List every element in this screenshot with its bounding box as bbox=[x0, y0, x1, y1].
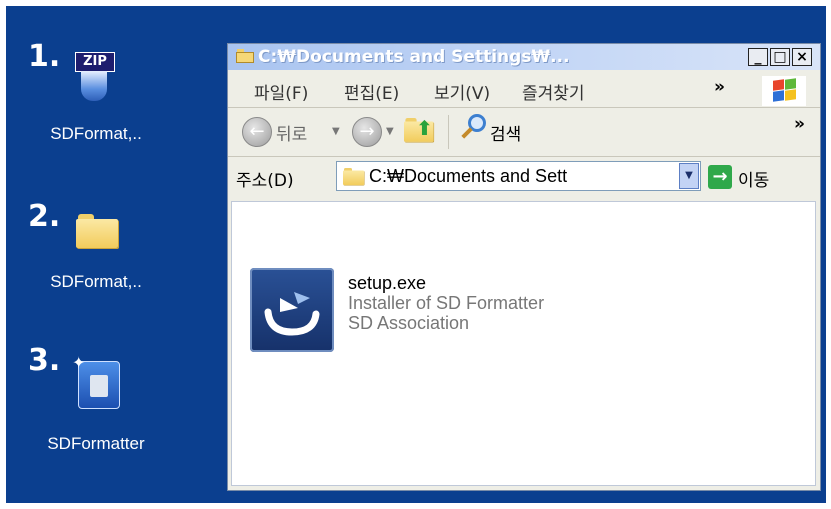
minimize-button[interactable]: _ bbox=[748, 48, 768, 66]
menu-bar: 파일(F) 편집(E) 보기(V) 즐겨찾기 » bbox=[228, 71, 820, 108]
address-input[interactable]: C:₩Documents and Sett ▼ bbox=[336, 161, 701, 191]
installer-icon[interactable] bbox=[250, 268, 334, 352]
desktop: 1. ZIP SDFormat,.. 2. SDFormat,.. 3. ✦ S… bbox=[6, 6, 826, 503]
step-number: 2. bbox=[28, 199, 61, 234]
back-arrow-icon[interactable]: ← bbox=[242, 117, 272, 147]
step-number: 3. bbox=[28, 343, 61, 378]
forward-arrow-icon[interactable]: → bbox=[352, 117, 382, 147]
sd-formatter-app-icon[interactable]: ✦ bbox=[72, 353, 120, 409]
back-dropdown-icon[interactable]: ▼ bbox=[332, 126, 340, 137]
window-title: C:₩Documents and Settings₩... bbox=[258, 47, 570, 67]
address-label: 주소(D) bbox=[236, 171, 294, 191]
zip-archive-icon[interactable]: ZIP bbox=[75, 52, 115, 104]
folder-icon bbox=[236, 49, 254, 63]
back-button-label[interactable]: 뒤로 bbox=[276, 120, 307, 145]
go-arrow-icon[interactable]: → bbox=[708, 165, 732, 189]
menu-view[interactable]: 보기(V) bbox=[434, 79, 490, 104]
menu-overflow-button[interactable]: » bbox=[714, 77, 725, 97]
folder-icon[interactable] bbox=[76, 214, 118, 248]
file-name[interactable]: setup.exe bbox=[348, 273, 426, 294]
maximize-button[interactable]: □ bbox=[770, 48, 790, 66]
desktop-icon-label[interactable]: SDFormat,.. bbox=[26, 124, 166, 144]
file-company: SD Association bbox=[348, 313, 470, 333]
desktop-icon-label[interactable]: SDFormatter bbox=[26, 434, 166, 454]
address-value[interactable]: C:₩Documents and Sett bbox=[369, 166, 567, 187]
close-button[interactable]: × bbox=[792, 48, 812, 66]
menu-file[interactable]: 파일(F) bbox=[254, 79, 308, 104]
up-arrow-icon: ⬆ bbox=[416, 116, 433, 140]
address-bar: 주소(D) C:₩Documents and Sett ▼ → 이동 bbox=[228, 157, 820, 199]
file-description: Installer of SD Formatter bbox=[348, 293, 545, 313]
folder-icon bbox=[343, 168, 364, 185]
windows-logo-icon bbox=[762, 76, 806, 106]
toolbar: ← 뒤로 ▼ → ▼ ⬆ 검색 » bbox=[228, 108, 820, 157]
step-number: 1. bbox=[28, 39, 61, 74]
explorer-window: C:₩Documents and Settings₩... _ □ × 파일(F… bbox=[227, 43, 821, 491]
search-button-label[interactable]: 검색 bbox=[490, 120, 521, 145]
forward-dropdown-icon[interactable]: ▼ bbox=[386, 126, 394, 137]
desktop-icon-label[interactable]: SDFormat,.. bbox=[26, 272, 166, 292]
file-list bbox=[231, 201, 816, 486]
toolbar-separator bbox=[448, 115, 449, 149]
title-bar[interactable]: C:₩Documents and Settings₩... _ □ × bbox=[228, 44, 820, 70]
search-icon[interactable] bbox=[460, 114, 488, 142]
menu-edit[interactable]: 편집(E) bbox=[344, 79, 399, 104]
menu-favorites[interactable]: 즐겨찾기 bbox=[522, 79, 585, 104]
go-button-label[interactable]: 이동 bbox=[738, 166, 769, 191]
chevron-down-icon[interactable]: ▼ bbox=[679, 163, 699, 189]
toolbar-overflow-button[interactable]: » bbox=[794, 114, 805, 134]
